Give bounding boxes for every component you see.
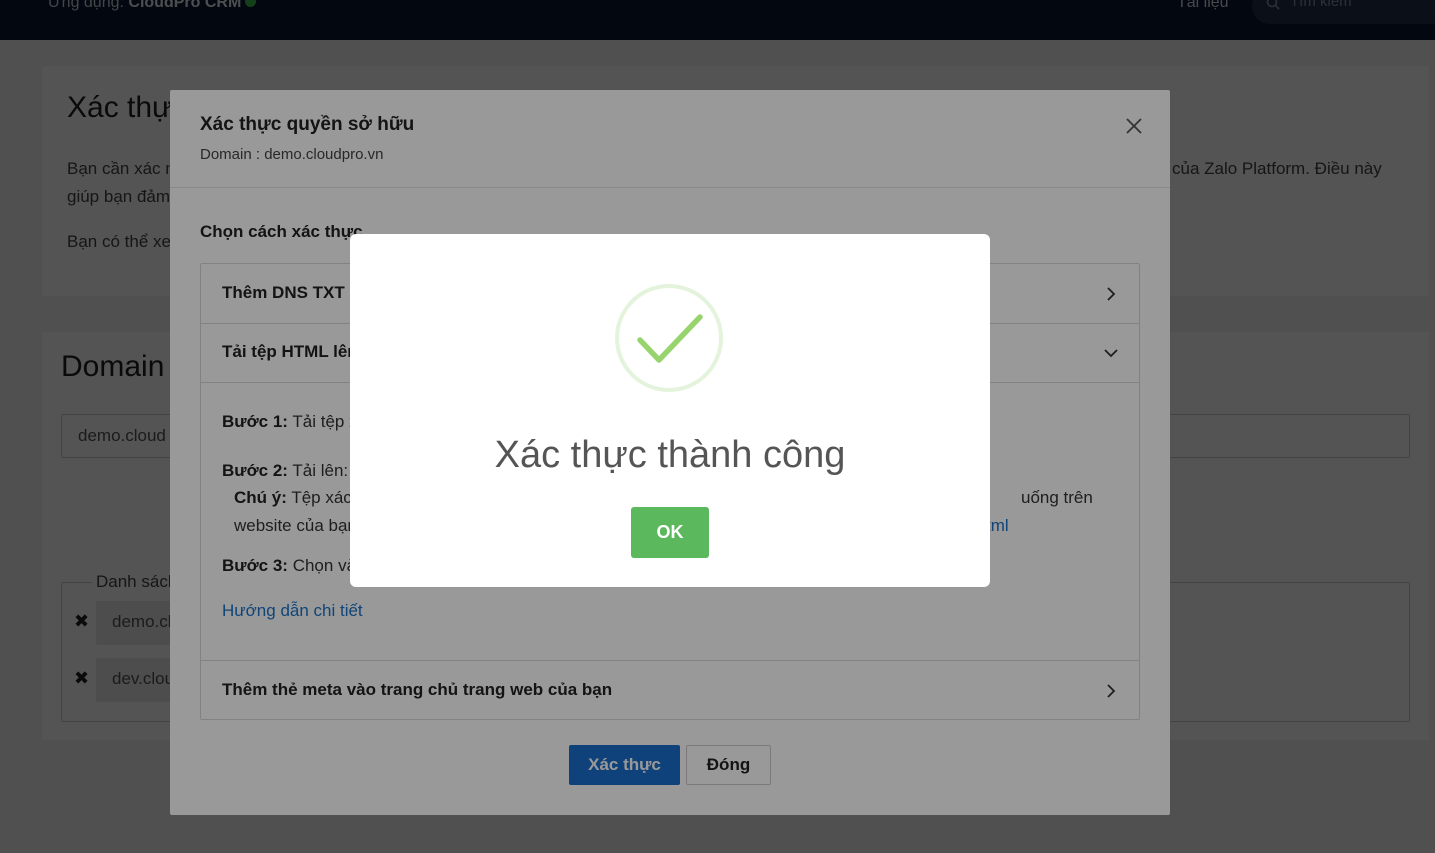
success-dialog: Xác thực thành công OK xyxy=(350,234,990,587)
check-circle-icon xyxy=(615,284,723,392)
ok-button[interactable]: OK xyxy=(631,507,709,558)
success-message: Xác thực thành công xyxy=(494,434,846,476)
